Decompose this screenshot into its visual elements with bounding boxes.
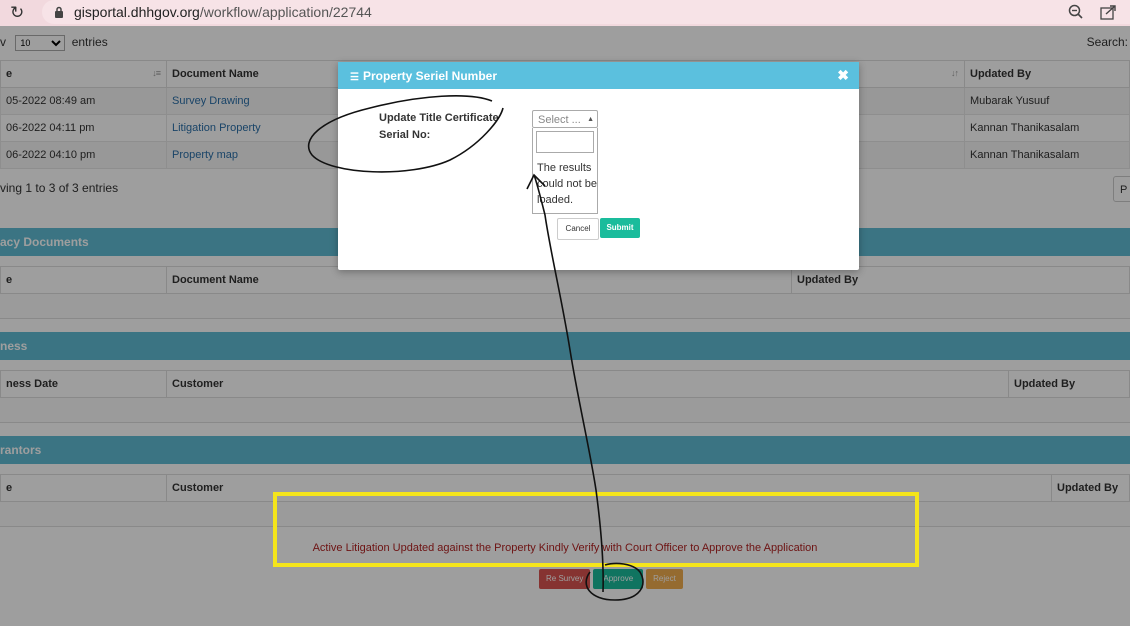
browser-toolbar: ↻ gisportal.dhhgov.org/workflow/applicat…	[0, 0, 1130, 26]
url-path: /workflow/application/22744	[199, 4, 372, 20]
url-host: gisportal.dhhgov.org	[74, 4, 200, 20]
caret-up-icon: ▲	[587, 116, 594, 123]
select-dropdown: The results could not be loaded.	[532, 128, 598, 214]
dropdown-search-input[interactable]	[536, 131, 594, 153]
url-text: gisportal.dhhgov.org/workflow/applicatio…	[74, 4, 372, 20]
reload-icon[interactable]: ↻	[10, 3, 24, 23]
list-icon: ☰	[350, 72, 359, 83]
lock-icon	[55, 6, 63, 18]
address-bar[interactable]: gisportal.dhhgov.org/workflow/applicatio…	[42, 0, 1130, 24]
close-icon[interactable]: ✖	[837, 67, 849, 84]
select-placeholder: Select ...	[538, 114, 581, 126]
dropdown-results-message: The results could not be loaded.	[537, 162, 597, 206]
modal-title-text: Property Seriel Number	[362, 69, 498, 83]
share-icon[interactable]	[1100, 4, 1118, 20]
zoom-out-icon[interactable]	[1068, 4, 1084, 20]
modal-title: ☰ Property Seriel Number	[350, 69, 497, 83]
cancel-button[interactable]: Cancel	[557, 218, 599, 240]
submit-button[interactable]: Submit	[600, 218, 640, 238]
serial-number-label: Update Title Certificate Serial No:	[379, 112, 499, 141]
modal-header: ☰ Property Seriel Number ✖	[338, 62, 859, 89]
property-serial-modal: ☰ Property Seriel Number ✖ Update Title C…	[338, 62, 859, 270]
serial-number-select[interactable]: Select ... ▲	[532, 110, 598, 128]
